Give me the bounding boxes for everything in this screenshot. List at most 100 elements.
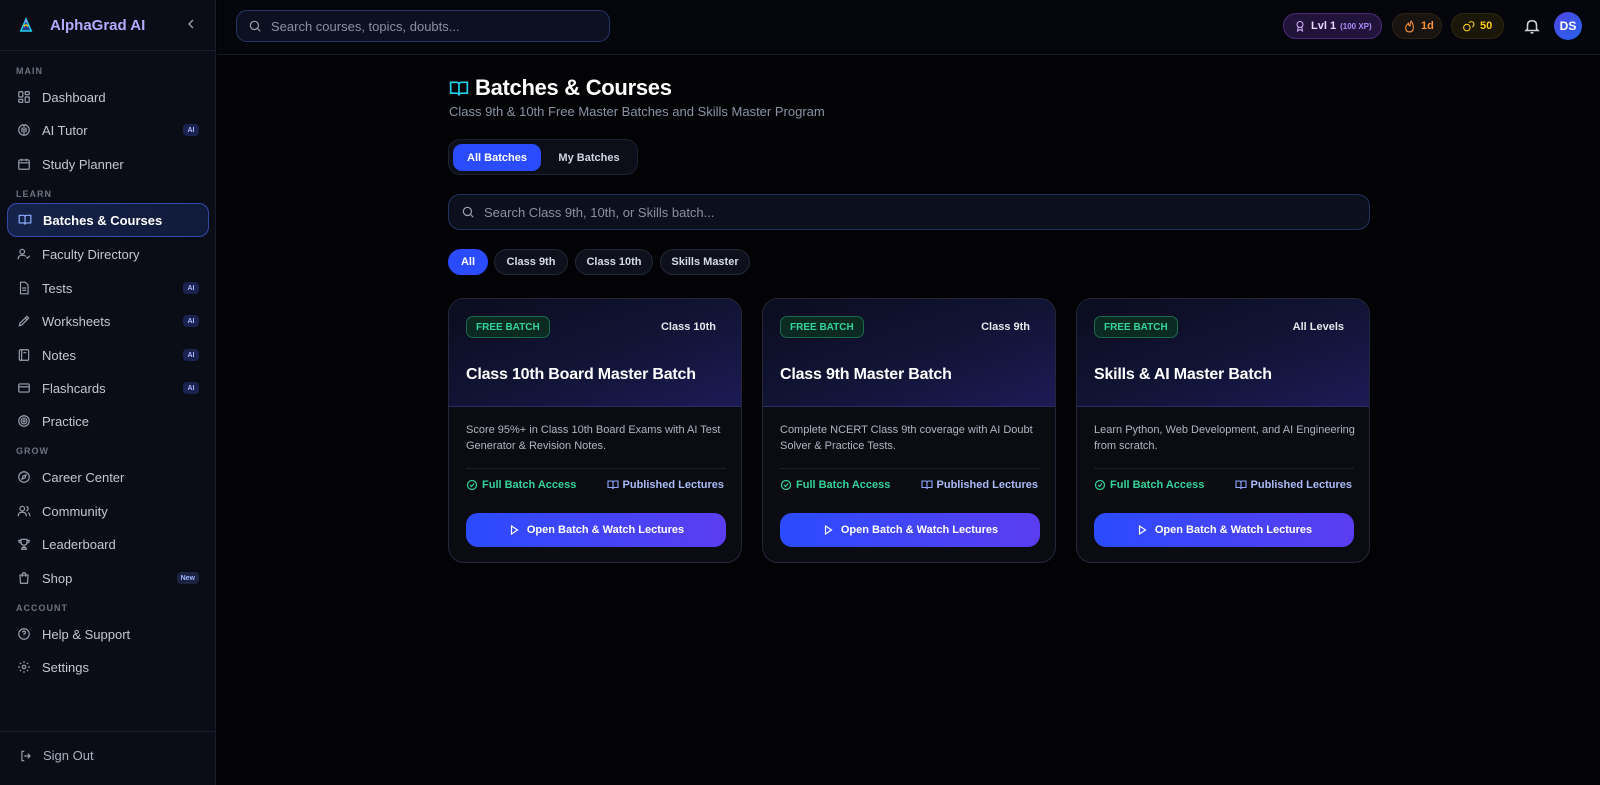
help-circle-icon	[18, 628, 30, 640]
divider	[466, 468, 726, 469]
full-access-label: Full Batch Access	[780, 479, 890, 491]
sidebar-item-community[interactable]: Community	[7, 494, 209, 528]
brain-icon	[18, 124, 30, 136]
free-batch-badge: FREE BATCH	[466, 316, 550, 338]
sidebar-item-worksheets[interactable]: Worksheets AI	[7, 304, 209, 338]
sidebar-item-dashboard[interactable]: Dashboard	[7, 80, 209, 114]
logo-icon	[19, 17, 33, 32]
card-header: FREE BATCH Class 9th Class 9th Master Ba…	[763, 299, 1055, 407]
sidebar-item-study-planner[interactable]: Study Planner	[7, 147, 209, 181]
open-batch-button[interactable]: Open Batch & Watch Lectures	[780, 513, 1040, 547]
sidebar-item-label: Settings	[42, 659, 89, 675]
brand[interactable]: AlphaGrad AI	[17, 14, 145, 36]
cards-icon	[18, 383, 30, 393]
access-text: Full Batch Access	[1110, 479, 1205, 491]
flame-icon	[1405, 19, 1414, 32]
sidebar-item-tests[interactable]: Tests AI	[7, 271, 209, 305]
sidebar-item-career-center[interactable]: Career Center	[7, 460, 209, 494]
published-lectures-label: Published Lectures	[920, 479, 1038, 491]
shopping-bag-icon	[19, 572, 29, 584]
tab-my-batches[interactable]: My Batches	[545, 144, 633, 171]
published-lectures-label: Published Lectures	[1234, 479, 1352, 491]
page-subtitle: Class 9th & 10th Free Master Batches and…	[449, 104, 825, 119]
section-label-grow: GROW	[16, 446, 49, 456]
filter-chip-all[interactable]: All	[448, 249, 488, 275]
play-icon	[510, 524, 519, 536]
sign-out-button[interactable]: Sign Out	[19, 748, 94, 763]
sign-out-label: Sign Out	[43, 748, 94, 763]
sidebar-item-label: Dashboard	[42, 89, 106, 105]
streak-pill[interactable]: 1d	[1392, 13, 1442, 39]
sidebar-item-label: Practice	[42, 413, 89, 429]
sidebar-item-leaderboard[interactable]: Leaderboard	[7, 527, 209, 561]
filter-chip-class-9th[interactable]: Class 9th	[494, 249, 568, 275]
divider	[0, 50, 216, 51]
sidebar-item-settings[interactable]: Settings	[7, 650, 209, 684]
play-icon	[824, 524, 833, 536]
card-title: Class 9th Master Batch	[780, 366, 952, 383]
check-circle-icon	[1094, 479, 1106, 491]
book-open-icon	[920, 480, 933, 490]
book-open-icon	[18, 214, 32, 225]
sidebar-item-label: AI Tutor	[42, 122, 88, 138]
open-batch-label: Open Batch & Watch Lectures	[526, 524, 685, 536]
ai-badge: AI	[183, 349, 199, 361]
sidebar-item-label: Worksheets	[42, 313, 111, 329]
streak-text: 1d	[1421, 20, 1434, 32]
full-access-label: Full Batch Access	[466, 479, 576, 491]
sidebar-item-label: Flashcards	[42, 380, 106, 396]
coins-pill[interactable]: 50	[1451, 13, 1504, 39]
open-batch-button[interactable]: Open Batch & Watch Lectures	[1094, 513, 1354, 547]
batch-card[interactable]: FREE BATCH All Levels Skills & AI Master…	[1076, 298, 1370, 563]
sidebar-item-ai-tutor[interactable]: AI Tutor AI	[7, 113, 209, 147]
batch-card[interactable]: FREE BATCH Class 9th Class 9th Master Ba…	[762, 298, 1056, 563]
sidebar-item-shop[interactable]: Shop New	[7, 561, 209, 595]
open-batch-label: Open Batch & Watch Lectures	[840, 524, 999, 536]
section-label-learn: LEARN	[16, 189, 52, 199]
page-title: Batches & Courses	[475, 75, 672, 100]
card-level: Class 9th	[981, 321, 1030, 333]
sidebar-item-flashcards[interactable]: Flashcards AI	[7, 371, 209, 405]
card-level: All Levels	[1292, 321, 1344, 333]
sidebar-item-faculty-directory[interactable]: Faculty Directory	[7, 237, 209, 271]
lectures-text: Published Lectures	[1250, 479, 1352, 491]
topbar: Lvl 1 (100 XP) 1d 50 DS	[217, 0, 1600, 55]
level-pill[interactable]: Lvl 1 (100 XP)	[1283, 13, 1382, 39]
batch-search-input[interactable]	[484, 204, 1284, 220]
avatar[interactable]: DS	[1554, 12, 1582, 40]
section-label-main: MAIN	[16, 66, 43, 76]
target-icon	[18, 415, 30, 427]
free-batch-badge: FREE BATCH	[780, 316, 864, 338]
book-open-icon	[1234, 480, 1247, 490]
tab-all-batches[interactable]: All Batches	[453, 144, 541, 171]
full-access-label: Full Batch Access	[1094, 479, 1204, 491]
open-batch-button[interactable]: Open Batch & Watch Lectures	[466, 513, 726, 547]
chevron-left-icon[interactable]	[183, 16, 199, 32]
access-text: Full Batch Access	[796, 479, 891, 491]
card-header: FREE BATCH All Levels Skills & AI Master…	[1077, 299, 1369, 407]
new-badge: New	[176, 572, 199, 584]
sidebar-item-practice[interactable]: Practice	[7, 404, 209, 438]
user-check-icon	[17, 248, 31, 260]
dashboard-icon	[18, 91, 30, 103]
global-search[interactable]	[236, 10, 610, 42]
level-text: Lvl 1	[1311, 20, 1337, 32]
batch-search[interactable]	[448, 194, 1370, 230]
sidebar-item-help-support[interactable]: Help & Support	[7, 617, 209, 651]
sidebar-item-notes[interactable]: Notes AI	[7, 338, 209, 372]
bell-icon[interactable]	[1523, 17, 1541, 35]
card-header: FREE BATCH Class 10th Class 10th Board M…	[449, 299, 741, 407]
coins-icon	[1463, 20, 1475, 31]
card-title: Class 10th Board Master Batch	[466, 366, 696, 383]
batch-card[interactable]: FREE BATCH Class 10th Class 10th Board M…	[448, 298, 742, 563]
filter-chip-class-10th[interactable]: Class 10th	[575, 249, 653, 275]
filter-chip-skills-master[interactable]: Skills Master	[660, 249, 750, 275]
search-icon	[462, 206, 474, 218]
global-search-input[interactable]	[271, 18, 571, 34]
log-out-icon	[21, 750, 31, 761]
sidebar-item-batches-courses[interactable]: Batches & Courses	[7, 203, 209, 237]
xp-text: (100 XP)	[1340, 21, 1372, 31]
medal-icon	[1296, 21, 1304, 32]
batch-tabs: All Batches My Batches	[448, 139, 638, 175]
published-lectures-label: Published Lectures	[606, 479, 724, 491]
